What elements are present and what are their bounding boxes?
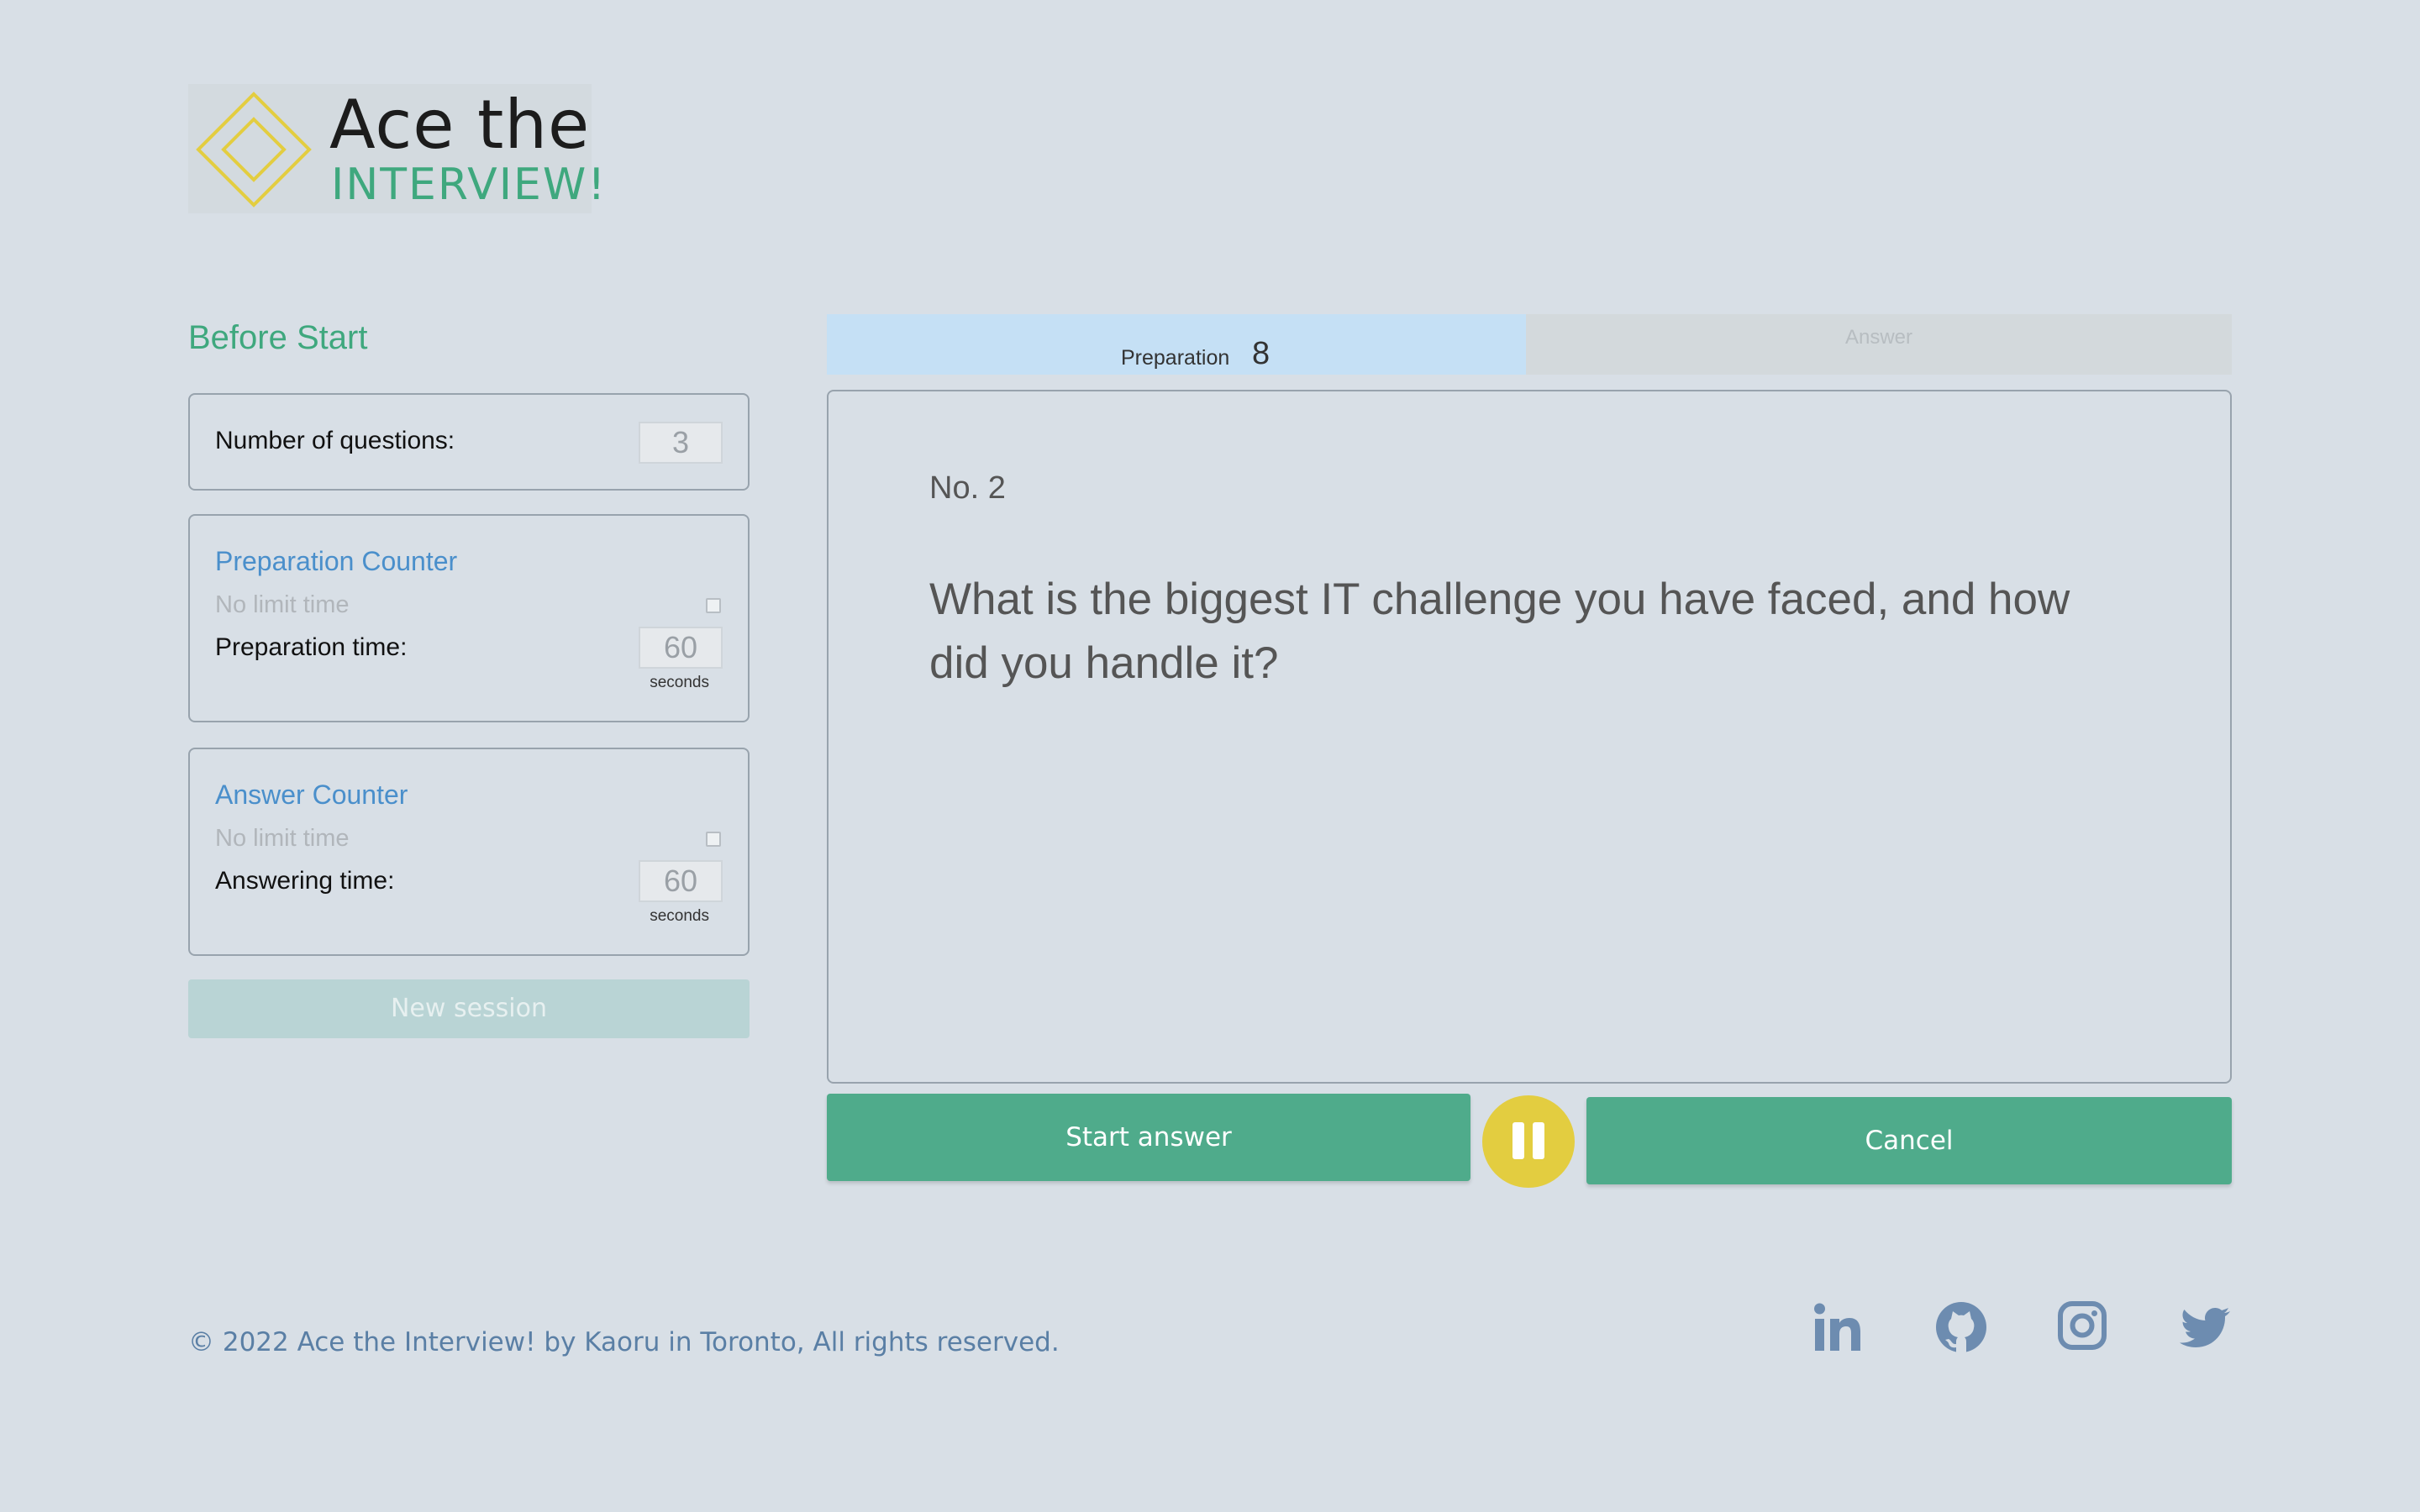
settings-title: Before Start (188, 319, 368, 356)
answering-time-input[interactable]: 60 (639, 860, 723, 902)
preparation-time-label: Preparation time: (215, 633, 408, 661)
pause-button[interactable] (1482, 1095, 1575, 1188)
github-icon[interactable] (1934, 1300, 1988, 1354)
preparation-counter-title: Preparation Counter (215, 546, 458, 576)
tab-preparation-label: Preparation (1121, 346, 1230, 370)
diamond-logo-icon (196, 92, 312, 207)
question-number: No. 2 (929, 470, 1006, 506)
preparation-no-limit-checkbox[interactable] (706, 598, 721, 613)
answering-time-label: Answering time: (215, 867, 395, 895)
answer-counter-card: Answer Counter No limit time Answering t… (188, 748, 750, 956)
instagram-icon[interactable] (2057, 1300, 2107, 1351)
preparation-counter-card: Preparation Counter No limit time Prepar… (188, 514, 750, 722)
linkedin-icon[interactable] (1812, 1300, 1865, 1354)
logo-line-1: Ace the (329, 86, 591, 164)
start-answer-button[interactable]: Start answer (827, 1094, 1470, 1181)
tab-answer-label: Answer (1844, 326, 1913, 349)
pause-icon-bar (1533, 1122, 1544, 1159)
question-text: What is the biggest IT challenge you hav… (929, 575, 2070, 688)
tab-preparation[interactable]: Preparation 8 (827, 314, 1526, 375)
questions-input[interactable]: 3 (639, 422, 723, 464)
answer-unit: seconds (650, 907, 709, 925)
answer-no-limit-label: No limit time (215, 825, 350, 852)
new-session-button[interactable]: New session (188, 979, 750, 1038)
answer-no-limit-checkbox[interactable] (706, 832, 721, 847)
preparation-unit: seconds (650, 674, 709, 691)
question-panel: No. 2 What is the biggest IT challenge y… (827, 390, 2232, 1084)
questions-label: Number of questions: (215, 427, 455, 454)
tab-answer[interactable]: Answer (1526, 314, 2232, 375)
logo-line-2: INTERVIEW! (331, 160, 608, 210)
preparation-countdown: 8 (1252, 336, 1270, 371)
cancel-button[interactable]: Cancel (1586, 1097, 2232, 1184)
answer-counter-title: Answer Counter (215, 780, 408, 810)
copyright-text: © 2022 Ace the Interview! by Kaoru in To… (188, 1327, 1060, 1357)
twitter-icon[interactable] (2178, 1300, 2232, 1354)
preparation-time-input[interactable]: 60 (639, 627, 723, 669)
preparation-no-limit-label: No limit time (215, 591, 350, 618)
app-logo[interactable]: Ace the INTERVIEW! (188, 84, 605, 213)
pause-icon (1512, 1122, 1524, 1159)
questions-card: Number of questions: 3 (188, 393, 750, 491)
